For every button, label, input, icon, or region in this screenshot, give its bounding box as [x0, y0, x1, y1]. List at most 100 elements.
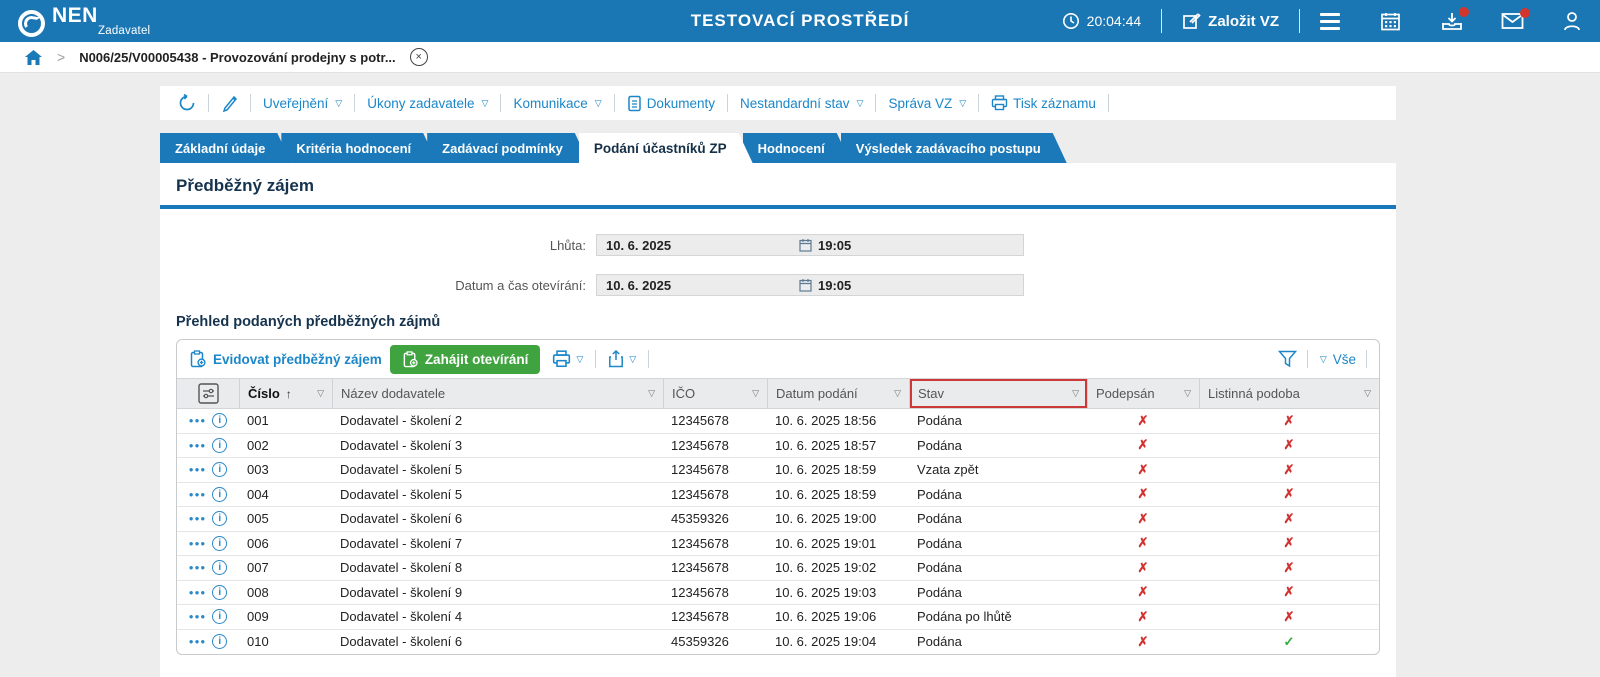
row-actions-icon[interactable]: ●●● — [189, 612, 207, 621]
table-row[interactable]: ●●● i 009 Dodavatel - školení 4 12345678… — [177, 605, 1379, 630]
filter-caret-icon[interactable]: ▽ — [317, 388, 324, 399]
menu-nestandardni-stav[interactable]: Nestandardní stav ▽ — [732, 96, 871, 111]
row-actions-icon[interactable]: ●●● — [189, 465, 207, 474]
menu-icon[interactable] — [1320, 13, 1340, 30]
row-actions-icon[interactable]: ●●● — [189, 588, 207, 597]
history-button[interactable] — [170, 94, 204, 112]
filter-caret-icon[interactable]: ▽ — [894, 388, 901, 399]
menu-komunikace[interactable]: Komunikace ▽ — [505, 96, 609, 111]
row-info-icon[interactable]: i — [212, 536, 227, 551]
cell-cislo: 005 — [239, 511, 332, 526]
calendar-icon[interactable] — [1380, 11, 1401, 32]
messages-button[interactable] — [1501, 12, 1524, 30]
otevirani-field[interactable]: 10. 6. 2025 19:05 — [596, 274, 1024, 296]
tab-kriteria-hodnoceni[interactable]: Kritéria hodnocení — [281, 133, 437, 163]
table-row[interactable]: ●●● i 001 Dodavatel - školení 2 12345678… — [177, 409, 1379, 434]
row-actions-icon[interactable]: ●●● — [189, 514, 207, 523]
row-info-icon[interactable]: i — [212, 609, 227, 624]
row-info-icon[interactable]: i — [212, 634, 227, 649]
table-row[interactable]: ●●● i 010 Dodavatel - školení 6 45359326… — [177, 630, 1379, 655]
tab-zakladni-udaje[interactable]: Základní údaje — [160, 133, 291, 163]
header-nazev-dodavatele[interactable]: Název dodavatele ▽ — [332, 379, 663, 408]
cell-nazev-dodavatele: Dodavatel - školení 9 — [332, 585, 663, 600]
menu-tisk-zaznamu[interactable]: Tisk záznamu — [983, 95, 1104, 111]
home-icon[interactable] — [24, 49, 43, 66]
tab-podani-ucastniku-zp[interactable]: Podání účastníků ZP — [579, 133, 753, 163]
cell-datum-podani: 10. 6. 2025 19:01 — [767, 536, 909, 551]
header-listinna-podoba[interactable]: Listinná podoba ▽ — [1199, 379, 1379, 408]
header-podepsan-label: Podepsán — [1096, 386, 1155, 401]
row-actions-icon[interactable]: ●●● — [189, 416, 207, 425]
zahajit-oteviranai-button[interactable]: Zahájit otevírání — [390, 345, 541, 374]
tab-hodnoceni[interactable]: Hodnocení — [743, 133, 851, 163]
row-info-icon[interactable]: i — [212, 413, 227, 428]
menu-label: Správa VZ — [888, 96, 952, 111]
clipboard-open-icon — [402, 351, 419, 368]
row-actions-icon[interactable]: ●●● — [189, 441, 207, 450]
row-info-icon[interactable]: i — [212, 511, 227, 526]
row-actions-icon[interactable]: ●●● — [189, 563, 207, 572]
evidovat-button[interactable]: Evidovat předběžný zájem — [189, 350, 382, 368]
filter-caret-icon[interactable]: ▽ — [1364, 388, 1371, 399]
otevirani-time-value[interactable]: 19:05 — [818, 278, 851, 293]
row-info-icon[interactable]: i — [212, 438, 227, 453]
otevirani-date-value[interactable]: 10. 6. 2025 — [597, 278, 797, 293]
row-actions-icon[interactable]: ●●● — [189, 490, 207, 499]
breadcrumb-item[interactable]: N006/25/V00005438 - Provozování prodejny… — [79, 50, 395, 65]
table-row[interactable]: ●●● i 005 Dodavatel - školení 6 45359326… — [177, 507, 1379, 532]
clock-value: 20:04:44 — [1087, 13, 1142, 29]
header-stav-highlighted[interactable]: Stav ▽ — [909, 379, 1087, 408]
close-tab-icon[interactable]: × — [410, 48, 428, 66]
table-row[interactable]: ●●● i 007 Dodavatel - školení 8 12345678… — [177, 556, 1379, 581]
clock-icon — [1062, 12, 1080, 30]
menu-uverejneni[interactable]: Uveřejnění ▽ — [255, 96, 350, 111]
filter-caret-icon[interactable]: ▽ — [1184, 388, 1191, 399]
lhuta-date-value[interactable]: 10. 6. 2025 — [597, 238, 797, 253]
cell-nazev-dodavatele: Dodavatel - školení 3 — [332, 438, 663, 453]
row-info-icon[interactable]: i — [212, 585, 227, 600]
column-settings-header[interactable] — [177, 379, 239, 408]
menu-ukony-zadavatele[interactable]: Úkony zadavatele ▽ — [359, 96, 496, 111]
lhuta-time-value[interactable]: 19:05 — [818, 238, 851, 253]
cell-ico: 12345678 — [663, 413, 767, 428]
tab-zadavaci-podminky[interactable]: Zadávací podmínky — [427, 133, 589, 163]
edit-record-button[interactable] — [213, 94, 246, 112]
cell-nazev-dodavatele: Dodavatel - školení 4 — [332, 609, 663, 624]
header-podepsan[interactable]: Podepsán ▽ — [1087, 379, 1199, 408]
row-info-icon[interactable]: i — [212, 560, 227, 575]
create-vz-button[interactable]: Založit VZ — [1182, 12, 1279, 31]
print-table-button[interactable]: ▽ — [548, 350, 587, 368]
table-row[interactable]: ●●● i 002 Dodavatel - školení 3 12345678… — [177, 434, 1379, 459]
column-settings-icon — [198, 383, 219, 404]
lhuta-field[interactable]: 10. 6. 2025 19:05 — [596, 234, 1024, 256]
row-actions-icon[interactable]: ●●● — [189, 637, 207, 646]
user-icon[interactable] — [1562, 11, 1582, 32]
row-info-icon[interactable]: i — [212, 487, 227, 502]
menu-dokumenty[interactable]: Dokumenty — [619, 95, 723, 112]
filter-icon[interactable] — [1278, 350, 1297, 368]
history-icon — [178, 94, 196, 112]
table-row[interactable]: ●●● i 003 Dodavatel - školení 5 12345678… — [177, 458, 1379, 483]
row-info-icon[interactable]: i — [212, 462, 227, 477]
header-datum-podani[interactable]: Datum podání ▽ — [767, 379, 909, 408]
chevron-down-icon: ▽ — [482, 98, 489, 109]
header-cislo[interactable]: Číslo ↑ ▽ — [239, 379, 332, 408]
tab-vysledek[interactable]: Výsledek zadávacího postupu — [841, 133, 1067, 163]
filter-vse-dropdown[interactable]: ▽ Vše — [1318, 352, 1356, 367]
table-row[interactable]: ●●● i 004 Dodavatel - školení 5 12345678… — [177, 483, 1379, 508]
filter-caret-icon[interactable]: ▽ — [648, 388, 655, 399]
header-ico[interactable]: IČO ▽ — [663, 379, 767, 408]
row-actions-icon[interactable]: ●●● — [189, 539, 207, 548]
listinna-mark-icon: ✗ — [1284, 584, 1295, 600]
table-row[interactable]: ●●● i 006 Dodavatel - školení 7 12345678… — [177, 532, 1379, 557]
menu-sprava-vz[interactable]: Správa VZ ▽ — [880, 96, 974, 111]
listinna-mark-icon: ✗ — [1284, 511, 1295, 527]
export-button[interactable]: ▽ — [604, 350, 640, 368]
table-row[interactable]: ●●● i 008 Dodavatel - školení 9 12345678… — [177, 581, 1379, 606]
filter-caret-icon[interactable]: ▽ — [1072, 388, 1079, 399]
filter-caret-icon[interactable]: ▽ — [752, 388, 759, 399]
inbox-button[interactable] — [1441, 11, 1463, 32]
header-datum-label: Datum podání — [776, 386, 858, 401]
nen-logo[interactable]: NEN Zadavatel — [18, 6, 150, 37]
cell-stav: Podána — [909, 634, 1087, 649]
